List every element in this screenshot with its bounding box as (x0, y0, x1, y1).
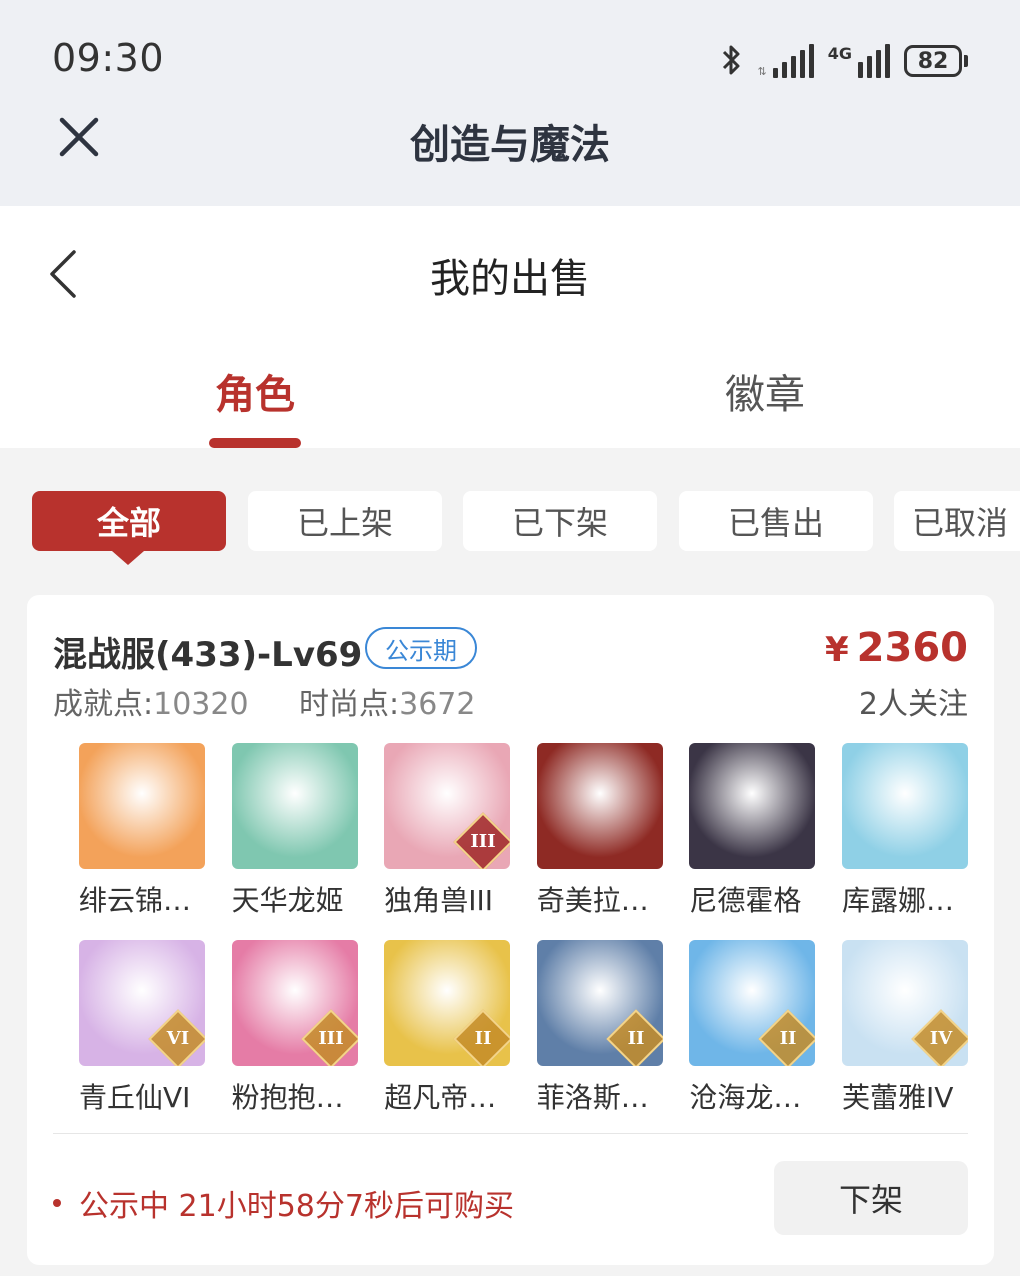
fashion-label: 时尚点: (299, 687, 400, 722)
price: ¥2360 (825, 625, 968, 671)
period-badge: 公示期 (365, 627, 477, 669)
achievement-label: 成就点: (53, 687, 154, 722)
app-title: 创造与魔法 (410, 122, 610, 168)
role-name: 尼德霍格 (689, 884, 802, 917)
tier-label: II (474, 1028, 492, 1049)
role-name: 青丘仙VI (79, 1081, 191, 1114)
role-name: 奇美拉… (536, 884, 649, 917)
role-name: 沧海龙… (689, 1081, 802, 1114)
tier-emblem-icon: VI (148, 1009, 205, 1066)
role-item[interactable]: III 粉抱抱… (231, 940, 358, 1116)
follower-count: 2人关注 (858, 687, 968, 722)
role-item[interactable]: IV 芙蕾雅IV (842, 940, 968, 1116)
fashion-points: 时尚点:3672 (299, 679, 475, 723)
role-portrait (231, 743, 358, 869)
fashion-value: 3672 (399, 687, 476, 722)
role-item[interactable]: 奇美拉… (536, 743, 663, 919)
battery-icon: 82 (904, 44, 968, 78)
notice-dot-icon (53, 1199, 61, 1207)
tier-emblem-icon: II (758, 1009, 816, 1066)
role-item[interactable]: 尼德霍格 (689, 743, 816, 919)
tier-emblem-icon: IV (911, 1009, 968, 1066)
role-item[interactable]: II 超凡帝… (384, 940, 511, 1116)
filter-listed[interactable]: 已上架 (248, 491, 442, 551)
role-name: 天华龙姬 (231, 884, 344, 917)
bluetooth-icon (722, 45, 740, 75)
role-name: 库露娜… (842, 884, 955, 917)
role-item[interactable]: III 独角兽III (384, 743, 511, 919)
tab-badge[interactable]: 徽章 (615, 362, 915, 420)
status-time: 09:30 (52, 36, 165, 80)
server-level: 混战服(433)-Lv69 (53, 635, 363, 675)
battery-level: 82 (904, 45, 962, 77)
role-item[interactable]: 绯云锦… (79, 743, 205, 919)
tier-label: II (779, 1028, 797, 1049)
role-portrait (842, 743, 968, 869)
network-tag: 4G (827, 44, 852, 63)
role-item[interactable]: II 菲洛斯… (536, 940, 663, 1116)
price-value: 2360 (856, 625, 968, 671)
filter-all[interactable]: 全部 (32, 491, 226, 565)
signal-icon: ⇅ (758, 44, 814, 78)
role-item[interactable]: 天华龙姬 (231, 743, 358, 919)
status-filter-bar: 全部 已上架 已下架 已售出 已取消 (32, 491, 1020, 571)
role-portrait: II (384, 940, 511, 1066)
role-name: 独角兽III (384, 884, 493, 917)
role-portrait: III (384, 743, 511, 869)
role-item[interactable]: VI 青丘仙VI (79, 940, 205, 1116)
divider (53, 1133, 968, 1134)
status-icons: ⇅ 4G 82 (720, 38, 968, 78)
tier-emblem-icon: II (453, 1009, 511, 1066)
role-portrait (689, 743, 816, 869)
tier-emblem-icon: III (453, 812, 511, 869)
role-portrait: II (689, 940, 816, 1066)
currency-symbol: ¥ (825, 630, 849, 670)
active-tab-indicator (209, 438, 301, 448)
app-top-bar: 09:30 ⇅ 4G 82 创造与魔法 (0, 0, 1020, 206)
tier-emblem-icon: II (606, 1009, 663, 1066)
page-title: 我的出售 (430, 256, 590, 302)
role-item[interactable]: II 沧海龙… (689, 940, 816, 1116)
role-name: 芙蕾雅IV (842, 1081, 954, 1114)
role-name: 粉抱抱… (231, 1081, 344, 1114)
role-portrait: IV (842, 940, 968, 1066)
signal-4g-icon: 4G (828, 44, 890, 78)
role-item[interactable]: 库露娜… (842, 743, 968, 919)
page-header: 我的出售 角色 徽章 (0, 206, 1020, 448)
tab-role[interactable]: 角色 (105, 362, 405, 420)
delist-button[interactable]: 下架 (774, 1161, 968, 1235)
role-portrait: II (536, 940, 663, 1066)
role-portrait: VI (79, 940, 205, 1066)
tier-emblem-icon: III (300, 1009, 358, 1066)
tier-label: II (627, 1028, 645, 1049)
role-portrait: III (231, 940, 358, 1066)
tier-label: VI (166, 1028, 190, 1049)
role-name: 绯云锦… (79, 884, 192, 917)
filter-sold[interactable]: 已售出 (679, 491, 873, 551)
tier-label: III (317, 1028, 344, 1049)
role-portrait (536, 743, 663, 869)
tier-label: III (470, 831, 496, 852)
achievement-points: 成就点:10320 (53, 679, 249, 723)
role-name: 菲洛斯… (536, 1081, 649, 1114)
notice-text: 公示中 21小时58分7秒后可购买 (79, 1189, 514, 1224)
filter-delisted[interactable]: 已下架 (463, 491, 657, 551)
filter-cancelled[interactable]: 已取消 (894, 491, 1020, 551)
listing-card[interactable]: 混战服(433)-Lv69 公示期 ¥2360 成就点:10320 时尚点:36… (27, 595, 994, 1265)
tier-label: IV (929, 1028, 953, 1049)
role-name: 超凡帝… (384, 1081, 497, 1114)
notice: 公示中 21小时58分7秒后可购买 (53, 1181, 514, 1225)
role-portrait (79, 743, 205, 869)
achievement-value: 10320 (153, 687, 249, 722)
